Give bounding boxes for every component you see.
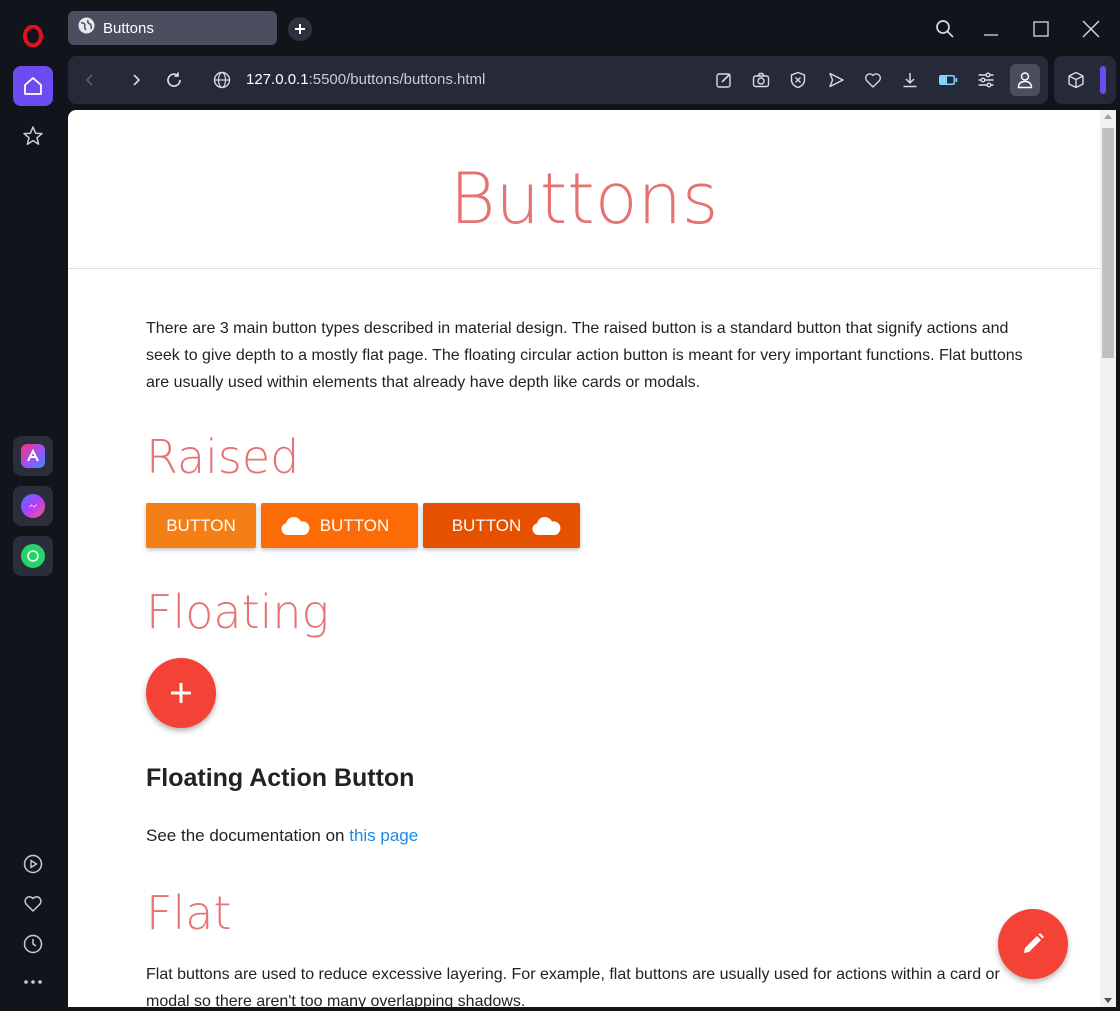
globe-icon — [213, 71, 231, 89]
url-host: 127.0.0.1 — [246, 71, 309, 88]
home-icon[interactable] — [13, 66, 53, 106]
button-label: BUTTON — [451, 515, 522, 535]
scroll-down-arrow[interactable] — [1104, 998, 1112, 1003]
send-button[interactable] — [824, 68, 848, 92]
downloads-button[interactable] — [898, 68, 922, 92]
messenger-icon[interactable] — [13, 486, 53, 526]
floating-heading: Floating — [146, 585, 330, 639]
tab-label: Buttons — [103, 19, 154, 37]
star-icon[interactable] — [13, 116, 53, 156]
page-viewport[interactable]: Buttons There are 3 main button types de… — [68, 110, 1116, 1007]
adblock-icon — [790, 71, 806, 89]
extensions-icon — [1068, 71, 1084, 89]
cloud-icon — [281, 516, 310, 535]
url-path: :5500/buttons/buttons.html — [308, 71, 486, 88]
camera-icon — [752, 72, 770, 88]
flat-heading: Flat — [146, 886, 232, 940]
raised-button-1[interactable]: BUTTON — [146, 503, 256, 548]
plus-icon — [295, 24, 305, 34]
download-icon — [903, 73, 917, 88]
intro-paragraph: There are 3 main button types described … — [146, 320, 1023, 391]
button-label: BUTTON — [319, 515, 390, 535]
button-label: BUTTON — [166, 515, 236, 535]
chevron-right-icon — [133, 74, 141, 86]
new-tab-button[interactable] — [288, 17, 312, 41]
close-button[interactable] — [1076, 14, 1106, 44]
site-info-button[interactable] — [210, 68, 234, 92]
aria-icon[interactable] — [13, 436, 53, 476]
cloud-icon — [532, 516, 561, 535]
heart-icon[interactable] — [13, 884, 53, 924]
documentation-line: See the documentation on this page — [146, 826, 418, 846]
pinboard-button[interactable] — [861, 68, 885, 92]
reload-button[interactable] — [162, 68, 186, 92]
pencil-icon — [1024, 933, 1044, 953]
chevron-left-icon — [85, 74, 93, 86]
minimize-icon — [984, 34, 998, 36]
close-icon — [1082, 20, 1100, 38]
forward-button[interactable] — [124, 68, 148, 92]
history-icon[interactable] — [13, 924, 53, 964]
globe-icon — [78, 17, 95, 39]
address-bar: 127.0.0.1:5500/buttons/buttons.html — [68, 56, 1048, 104]
extensions-button[interactable] — [1064, 68, 1088, 92]
battery-icon — [939, 75, 958, 85]
fab-subheading: Floating Action Button — [146, 764, 415, 792]
profile-button[interactable] — [1010, 64, 1040, 96]
profile-icon — [1017, 72, 1033, 89]
heart-icon — [864, 73, 882, 88]
reload-icon — [167, 72, 181, 87]
fixed-edit-button[interactable] — [998, 909, 1068, 979]
floating-add-button[interactable] — [146, 658, 216, 728]
page-header: Buttons — [68, 110, 1100, 269]
easy-setup-icon — [978, 72, 994, 88]
browser-sidebar — [0, 0, 64, 1011]
battery-saver-button[interactable] — [936, 68, 960, 92]
whatsapp-icon[interactable] — [13, 536, 53, 576]
opera-logo-icon[interactable] — [13, 16, 53, 56]
search-tabs-button[interactable] — [930, 14, 960, 44]
minimize-button[interactable] — [976, 14, 1006, 44]
maximize-icon — [1033, 21, 1049, 37]
maximize-button[interactable] — [1026, 14, 1056, 44]
scroll-thumb[interactable] — [1102, 128, 1114, 358]
player-icon[interactable] — [13, 844, 53, 884]
doc-prefix: See the documentation on — [146, 826, 345, 845]
scroll-up-arrow[interactable] — [1104, 114, 1112, 119]
raised-button-cloud-left[interactable]: BUTTON — [261, 503, 418, 548]
sidebar-indicator — [1100, 66, 1106, 94]
more-icon[interactable] — [13, 962, 53, 1002]
send-icon — [829, 72, 844, 88]
url-field[interactable]: 127.0.0.1:5500/buttons/buttons.html — [246, 71, 485, 88]
plus-icon — [171, 683, 191, 703]
camera-button[interactable] — [749, 68, 773, 92]
documentation-link[interactable]: this page — [349, 826, 418, 845]
snapshot-edit-button[interactable] — [712, 68, 736, 92]
tab-buttons[interactable]: Buttons — [68, 11, 277, 45]
flat-paragraph: Flat buttons are used to reduce excessiv… — [146, 966, 1000, 1007]
adblock-button[interactable] — [786, 68, 810, 92]
raised-heading: Raised — [146, 430, 300, 484]
back-button[interactable] — [78, 68, 102, 92]
snapshot-edit-icon — [716, 73, 731, 88]
search-icon — [936, 20, 954, 38]
page-title: Buttons — [449, 158, 719, 240]
raised-button-cloud-right[interactable]: BUTTON — [423, 503, 580, 548]
easy-setup-button[interactable] — [974, 68, 998, 92]
extensions-bar — [1054, 56, 1116, 104]
vertical-scrollbar[interactable] — [1100, 110, 1116, 1007]
